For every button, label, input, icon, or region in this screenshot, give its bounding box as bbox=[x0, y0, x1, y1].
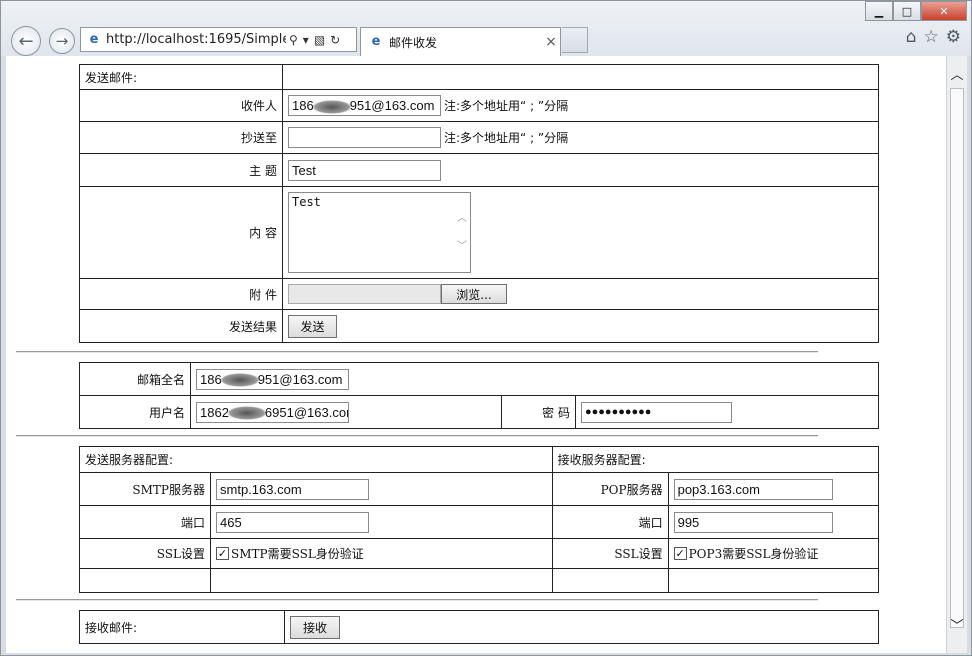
dropdown-icon[interactable]: ▾ bbox=[303, 33, 309, 47]
ie-tab-icon: e bbox=[371, 34, 381, 49]
compatibility-icon[interactable]: ▧ bbox=[314, 33, 325, 47]
to-note: 注:多个地址用“ ; ”分隔 bbox=[444, 99, 569, 113]
search-icon[interactable]: ⚲ bbox=[289, 33, 298, 47]
smtp-ssl-checkbox[interactable]: ✓ bbox=[216, 547, 229, 560]
url-text[interactable]: http://localhost:1695/SimpleMa bbox=[106, 32, 286, 47]
cc-input[interactable] bbox=[288, 127, 441, 148]
pop-ssl-checkbox[interactable]: ✓ bbox=[673, 547, 687, 560]
receive-table: 接收邮件: 接收 bbox=[79, 610, 879, 644]
smtp-label: SMTP服务器 bbox=[79, 472, 211, 506]
browser-window: ▁ □ ✕ ← → e http://localhost:1695/Simple… bbox=[0, 0, 972, 656]
title-bar: ▁ □ ✕ ← → e http://localhost:1695/Simple… bbox=[1, 1, 971, 56]
body-textarea[interactable]: Test ︿ ﹀ bbox=[288, 192, 471, 273]
username-label: 用户名 bbox=[79, 395, 191, 429]
redaction-blur bbox=[311, 99, 352, 114]
email-label: 邮箱全名 bbox=[79, 362, 191, 396]
account-table: 邮箱全名 186 951@163.com 用户名 1862 6951@163.com… bbox=[79, 362, 879, 429]
smtp-port-input[interactable]: 465 bbox=[216, 511, 369, 533]
pop-ssl-text: POP3需要SSL身份验证 bbox=[688, 547, 819, 561]
email-input[interactable]: 186 951@163.com bbox=[196, 368, 349, 390]
back-arrow-icon: ← bbox=[18, 30, 34, 52]
server-config-table: 发送服务器配置: 接收服务器配置: SMTP服务器 smtp.163.com P… bbox=[79, 446, 880, 593]
new-tab-button[interactable] bbox=[562, 27, 588, 53]
file-path-input[interactable] bbox=[288, 284, 441, 304]
scroll-thumb[interactable] bbox=[950, 88, 964, 628]
subject-label: 主 题 bbox=[79, 153, 283, 187]
divider bbox=[16, 599, 818, 601]
smtp-input[interactable]: smtp.163.com bbox=[216, 478, 369, 500]
to-input[interactable]: 186 951@163.com bbox=[288, 95, 441, 116]
send-header: 发送邮件: bbox=[79, 64, 283, 90]
scroll-down-icon[interactable]: ﹀ bbox=[947, 617, 967, 637]
password-label: 密 码 bbox=[501, 395, 576, 429]
send-button[interactable]: 发送 bbox=[288, 314, 337, 338]
to-label: 收件人 bbox=[79, 89, 283, 122]
pop-port-label: 端口 bbox=[551, 505, 669, 539]
gear-icon[interactable]: ⚙ bbox=[946, 27, 961, 47]
favorites-star-icon[interactable]: ☆ bbox=[924, 27, 939, 47]
page-content: 发送邮件: 收件人 186 951@163.com 注:多个地址用“ ; ”分隔 抄… bbox=[6, 56, 946, 653]
pop-label: POP服务器 bbox=[551, 472, 669, 506]
vertical-scrollbar[interactable]: ︿ ﹀ bbox=[946, 56, 967, 653]
tab-mail[interactable]: e 邮件收发 × bbox=[360, 27, 561, 56]
result-label: 发送结果 bbox=[79, 309, 283, 343]
receive-button[interactable]: 接收 bbox=[290, 615, 340, 639]
redaction-blur bbox=[219, 373, 260, 388]
ie-logo-icon: e bbox=[89, 31, 99, 47]
minimize-button[interactable]: ▁ bbox=[865, 1, 893, 21]
send-server-header: 发送服务器配置: bbox=[79, 446, 553, 473]
home-icon[interactable]: ⌂ bbox=[906, 27, 917, 47]
maximize-button[interactable]: □ bbox=[893, 1, 921, 21]
pop-input[interactable]: pop3.163.com bbox=[673, 478, 833, 500]
forward-button[interactable]: → bbox=[49, 28, 75, 54]
smtp-ssl-label: SSL设置 bbox=[79, 538, 211, 569]
cc-label: 抄送至 bbox=[79, 121, 283, 154]
receive-header: 接收邮件: bbox=[79, 610, 285, 644]
redaction-blur bbox=[226, 406, 267, 421]
recv-server-header: 接收服务器配置: bbox=[551, 446, 880, 473]
browse-button[interactable]: 浏览... bbox=[441, 284, 507, 304]
pop-ssl-label: SSL设置 bbox=[551, 538, 669, 569]
tab-title: 邮件收发 bbox=[389, 35, 438, 50]
divider bbox=[16, 435, 818, 437]
textarea-scrollbar[interactable]: ︿ ﹀ bbox=[457, 205, 467, 261]
close-window-button[interactable]: ✕ bbox=[921, 1, 967, 21]
scroll-up-icon[interactable]: ︿ bbox=[947, 66, 967, 86]
toolbar-icons: ⌂ ☆ ⚙ bbox=[906, 27, 961, 47]
window-controls: ▁ □ ✕ bbox=[865, 1, 967, 21]
smtp-ssl-text: SMTP需要SSL身份验证 bbox=[231, 547, 364, 561]
send-mail-table: 发送邮件: 收件人 186 951@163.com 注:多个地址用“ ; ”分隔 抄… bbox=[79, 64, 879, 343]
subject-input[interactable]: Test bbox=[288, 159, 441, 181]
attach-label: 附 件 bbox=[79, 278, 283, 310]
cc-note: 注:多个地址用“ ; ”分隔 bbox=[444, 131, 569, 145]
file-upload: 浏览... bbox=[288, 284, 507, 304]
body-label: 内 容 bbox=[79, 186, 283, 279]
pop-port-input[interactable]: 995 bbox=[673, 511, 833, 533]
address-bar[interactable]: e http://localhost:1695/SimpleMa ⚲ ▾ ▧ ↻ bbox=[80, 27, 357, 52]
forward-arrow-icon: → bbox=[55, 32, 69, 50]
divider bbox=[16, 351, 818, 353]
username-input[interactable]: 1862 6951@163.com bbox=[196, 401, 349, 423]
back-button[interactable]: ← bbox=[11, 26, 41, 56]
smtp-port-label: 端口 bbox=[79, 505, 211, 539]
tab-close-icon[interactable]: × bbox=[542, 34, 560, 50]
refresh-icon[interactable]: ↻ bbox=[330, 33, 340, 47]
password-input[interactable]: ●●●●●●●●●● bbox=[581, 401, 732, 423]
